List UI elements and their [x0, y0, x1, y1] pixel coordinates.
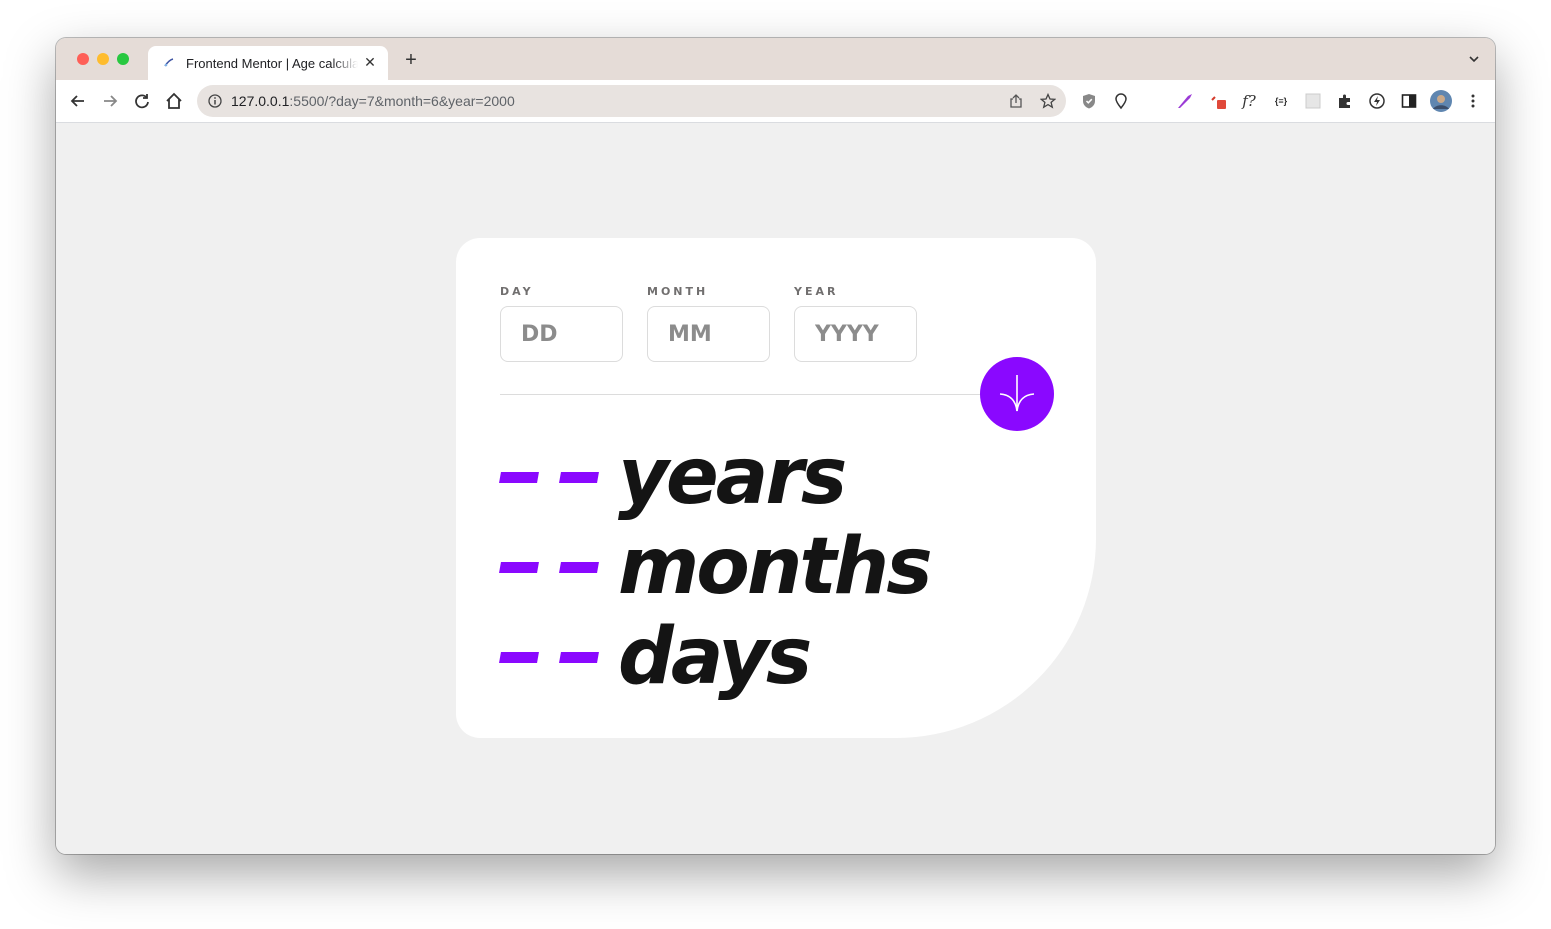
url-path: :5500/?day=7&month=6&year=2000	[289, 93, 515, 109]
avatar[interactable]	[1430, 90, 1452, 112]
share-icon[interactable]	[1008, 93, 1024, 109]
browser-tab[interactable]: Frontend Mentor | Age calculator app ✕	[148, 46, 388, 80]
dash	[559, 471, 599, 483]
month-field: MONTH	[647, 282, 770, 362]
forward-icon[interactable]	[99, 90, 121, 112]
year-field: YEAR	[794, 282, 917, 362]
menu-icon[interactable]	[1464, 92, 1482, 110]
chevron-down-icon[interactable]	[1467, 52, 1481, 66]
year-input[interactable]	[794, 306, 917, 362]
dash	[499, 651, 539, 663]
dash	[499, 471, 539, 483]
result-years: years	[499, 432, 847, 522]
result-days: days	[499, 612, 812, 702]
home-icon[interactable]	[163, 90, 185, 112]
star-icon[interactable]	[1039, 92, 1057, 109]
puzzle-icon[interactable]	[1336, 92, 1354, 110]
browser-window: Frontend Mentor | Age calculator app ✕ +…	[56, 38, 1495, 854]
result-months: months	[499, 522, 933, 612]
days-value	[499, 651, 599, 663]
maximize-window-button[interactable]	[117, 53, 129, 65]
day-label: DAY	[500, 285, 534, 298]
dash	[559, 561, 599, 573]
address-bar[interactable]: 127.0.0.1:5500/?day=7&month=6&year=2000	[197, 85, 1066, 117]
dash	[559, 651, 599, 663]
divider	[500, 394, 1052, 395]
tab-bar: Frontend Mentor | Age calculator app ✕ +	[56, 38, 1495, 80]
years-label: years	[618, 432, 847, 522]
submit-button[interactable]	[980, 357, 1054, 431]
minimize-window-button[interactable]	[97, 53, 109, 65]
month-label: MONTH	[647, 285, 709, 298]
back-icon[interactable]	[67, 90, 89, 112]
red-ext-icon[interactable]	[1210, 92, 1228, 110]
years-value	[499, 471, 599, 483]
close-tab-icon[interactable]: ✕	[362, 54, 378, 70]
sidepanel-icon[interactable]	[1400, 92, 1418, 110]
months-label: months	[618, 522, 933, 612]
font-ext-icon[interactable]: f?	[1240, 92, 1258, 110]
months-value	[499, 561, 599, 573]
page-viewport: DAY MONTH YEAR	[56, 123, 1495, 854]
location-icon[interactable]	[1112, 92, 1130, 110]
close-window-button[interactable]	[77, 53, 89, 65]
url-text: 127.0.0.1:5500/?day=7&month=6&year=2000	[231, 93, 515, 109]
shield-icon[interactable]	[1080, 92, 1098, 110]
new-tab-button[interactable]: +	[401, 50, 421, 70]
pen-icon[interactable]	[1176, 92, 1194, 110]
days-label: days	[618, 612, 812, 702]
tab-title: Frontend Mentor | Age calculator app	[186, 55, 358, 71]
browser-toolbar: 127.0.0.1:5500/?day=7&month=6&year=2000 …	[56, 80, 1495, 123]
info-icon[interactable]	[208, 94, 222, 108]
grid-ext-icon[interactable]	[1304, 92, 1322, 110]
day-field: DAY	[500, 282, 623, 362]
bolt-icon[interactable]	[1368, 92, 1386, 110]
url-host: 127.0.0.1	[231, 93, 290, 109]
day-input[interactable]	[500, 306, 623, 362]
year-label: YEAR	[794, 285, 839, 298]
json-ext-icon[interactable]: {≡}	[1272, 92, 1290, 110]
age-calculator-card: DAY MONTH YEAR	[456, 238, 1096, 738]
month-input[interactable]	[647, 306, 770, 362]
dash	[499, 561, 539, 573]
favicon-icon	[162, 56, 176, 70]
reload-icon[interactable]	[131, 90, 153, 112]
arrow-down-icon	[999, 375, 1035, 412]
